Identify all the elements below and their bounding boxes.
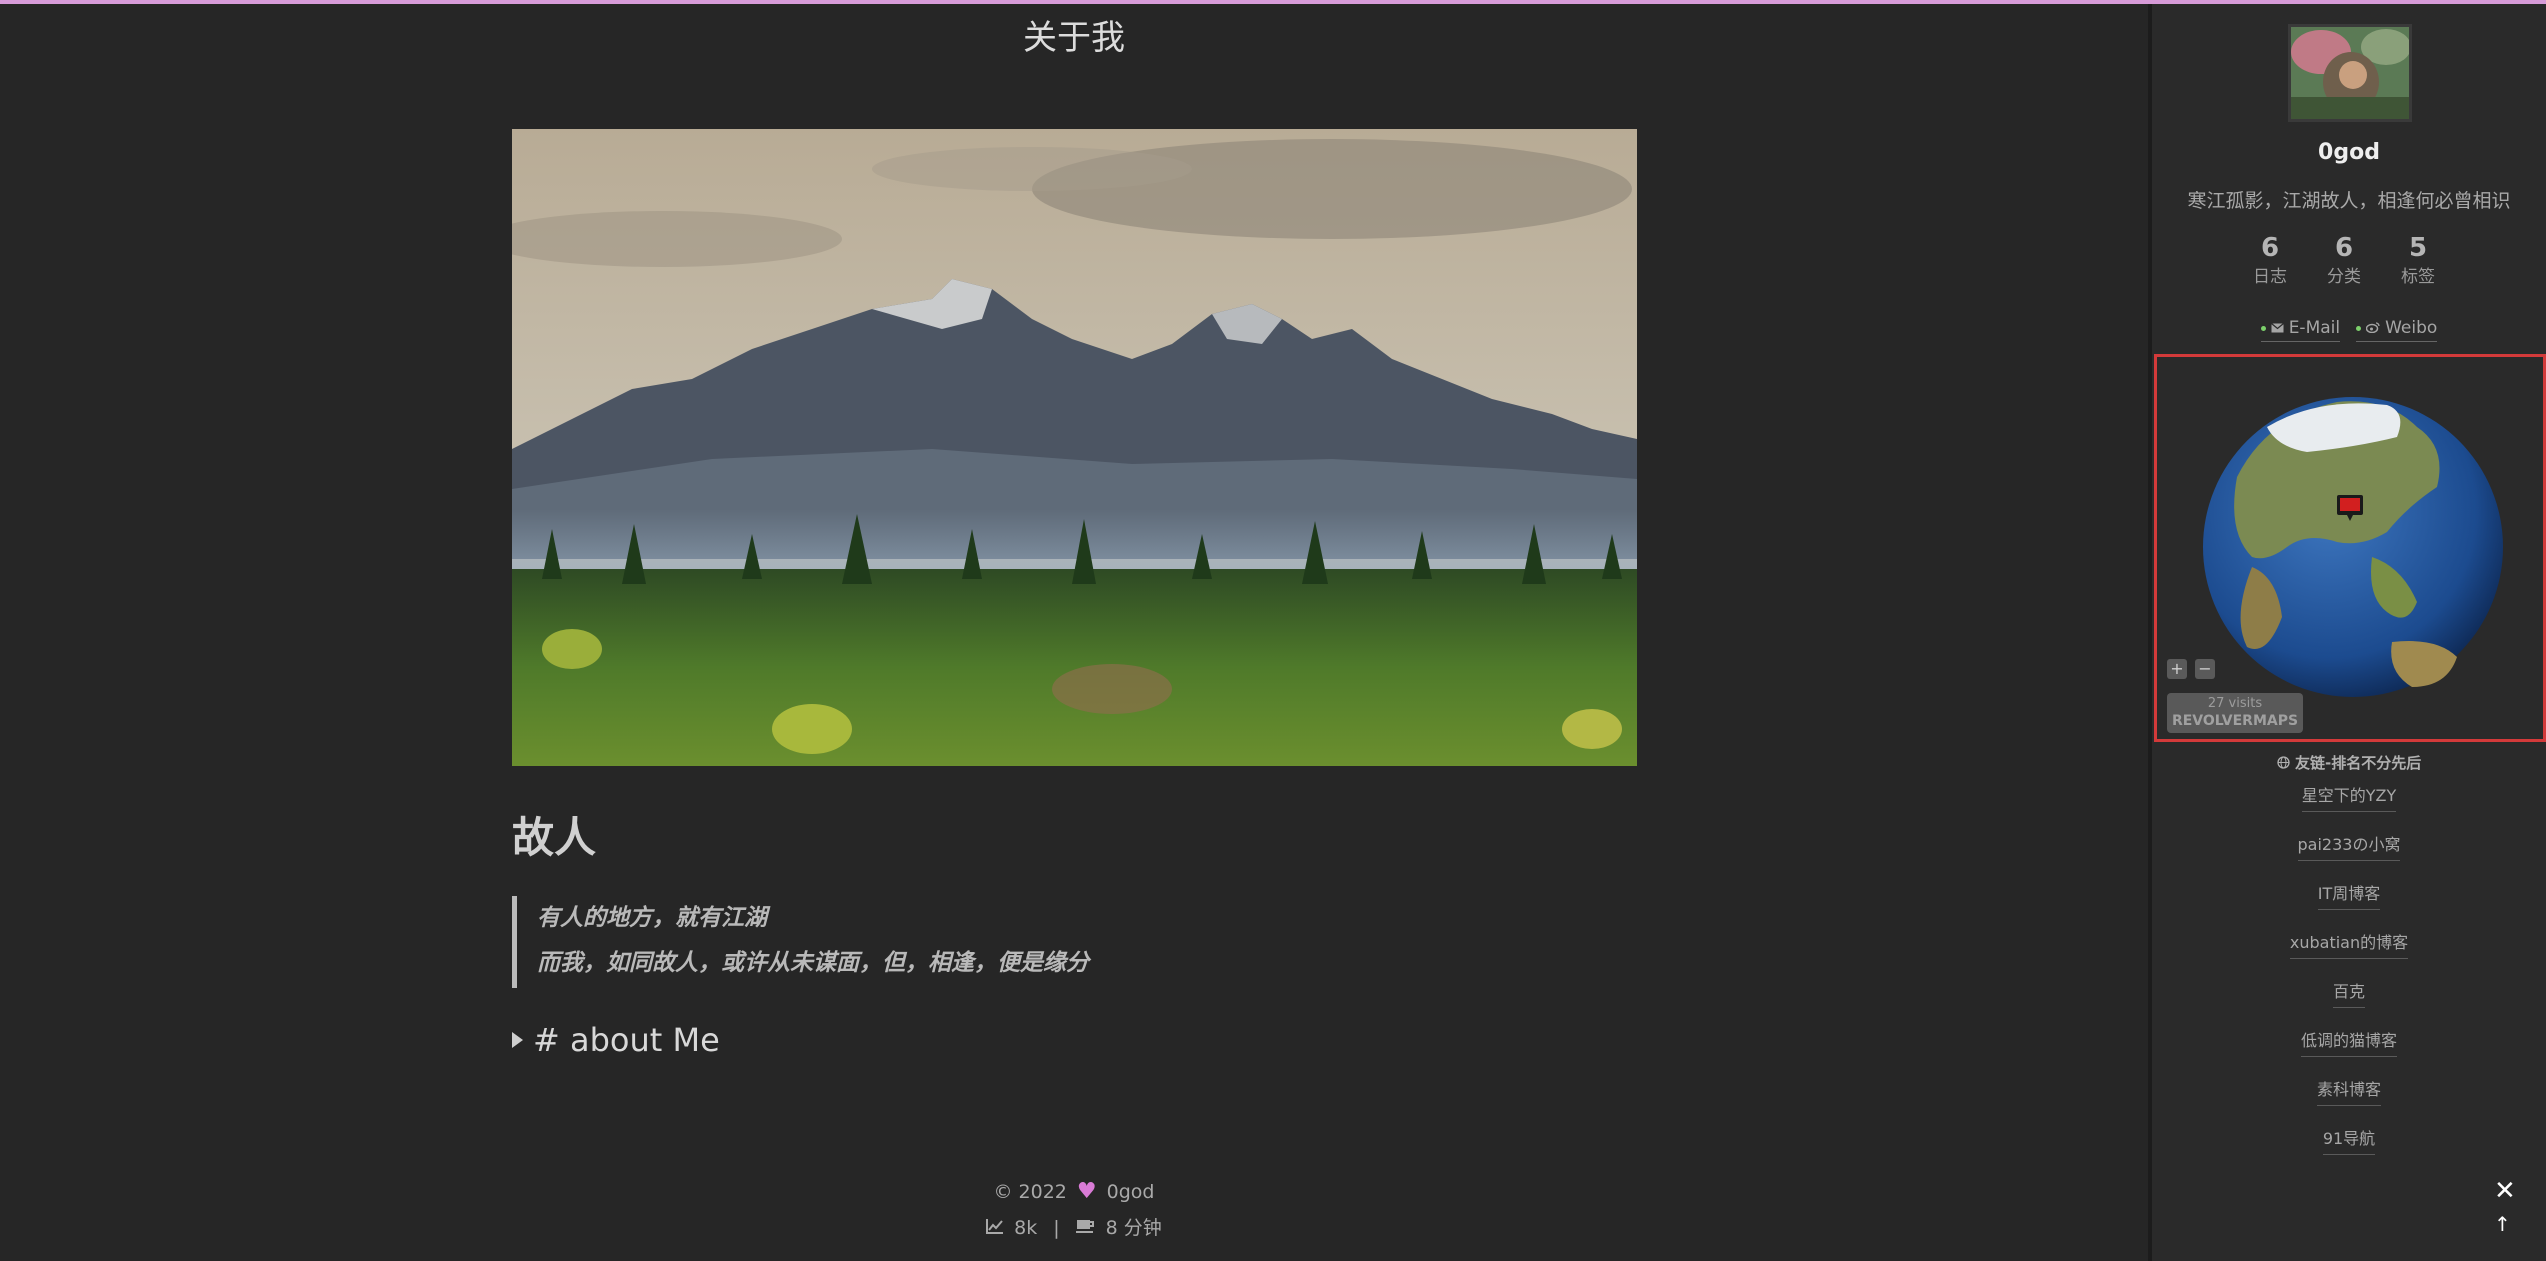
blogroll-list: 星空下的YZY pai233の小窝 IT周博客 xubatian的博客 百克 低…	[2152, 782, 2546, 1174]
author-name: 0god	[2318, 140, 2380, 165]
disclosure-triangle-icon	[512, 1032, 523, 1048]
weibo-link[interactable]: Weibo	[2356, 318, 2438, 342]
blogroll-link[interactable]: 百克	[2332, 982, 2365, 1008]
status-dot-icon	[2260, 325, 2266, 331]
blockquote: 有人的地方，就有江湖 而我，如同故人，或许从未谋面，但，相逢，便是缘分	[512, 896, 1612, 988]
blogroll-link[interactable]: 低调的猫博客	[2300, 1031, 2397, 1057]
blogroll-link[interactable]: xubatian的博客	[2289, 933, 2409, 959]
page-views: 8k	[1014, 1217, 1038, 1239]
heart-icon: ♥	[1076, 1179, 1097, 1204]
close-icon[interactable]: ✕	[2494, 1176, 2516, 1206]
chart-line-icon	[986, 1210, 1004, 1246]
list-item: 91导航	[2152, 1125, 2546, 1174]
list-item: xubatian的博客	[2152, 929, 2546, 978]
reading-time: 8 分钟	[1105, 1217, 1162, 1239]
weibo-icon	[2365, 318, 2380, 338]
stat-label: 日志	[2253, 267, 2287, 287]
list-item: 百克	[2152, 978, 2546, 1027]
footer-author: 0god	[1106, 1181, 1155, 1203]
copyright-text: © 2022	[993, 1181, 1067, 1203]
visits-count: 27 visits	[2207, 696, 2263, 711]
details-summary-label: # about Me	[533, 1021, 720, 1059]
page-title: 关于我	[1023, 18, 1125, 58]
status-dot-icon	[2356, 325, 2362, 331]
stat-count: 6	[2260, 233, 2280, 263]
about-me-details-toggle[interactable]: # about Me	[512, 1021, 720, 1059]
back-to-top-icon[interactable]: ↑	[2494, 1212, 2511, 1236]
social-links: E-Mail Weibo	[2152, 318, 2546, 342]
list-item: 低调的猫博客	[2152, 1027, 2546, 1076]
quote-line-2: 而我，如同故人，或许从未谋面，但，相逢，便是缘分	[537, 950, 1089, 976]
quote-line-1: 有人的地方，就有江湖	[537, 905, 767, 931]
globe-zoom-out-button[interactable]: −	[2195, 659, 2215, 679]
blogroll-link[interactable]: 91导航	[2322, 1129, 2376, 1155]
blogroll-link[interactable]: 星空下的YZY	[2301, 786, 2397, 812]
weibo-link-label: Weibo	[2385, 318, 2438, 338]
stat-label: 标签	[2401, 267, 2435, 287]
revolvermaps-brand: REVOLVERMAPS	[2171, 713, 2299, 729]
blogroll-link[interactable]: 素科博客	[2316, 1080, 2381, 1106]
blogroll-title-text: 友链-排名不分先后	[2295, 754, 2422, 772]
blogroll-link[interactable]: IT周博客	[2317, 884, 2381, 910]
list-item: 星空下的YZY	[2152, 782, 2546, 831]
list-item: pai233の小窝	[2152, 831, 2546, 880]
visits-badge[interactable]: 27 visits REVOLVERMAPS	[2167, 693, 2303, 733]
footer-separator: |	[1053, 1217, 1060, 1239]
list-item: 素科博客	[2152, 1076, 2546, 1125]
stat-tags[interactable]: 5 标签	[2397, 232, 2439, 290]
email-link[interactable]: E-Mail	[2260, 318, 2341, 342]
post-heading: 故人	[512, 813, 597, 862]
coffee-cup-icon	[1075, 1210, 1096, 1246]
stat-count: 5	[2408, 233, 2428, 263]
stat-label: 分类	[2327, 267, 2361, 287]
stat-posts[interactable]: 6 日志	[2249, 232, 2291, 290]
site-footer: © 2022 ♥ 0god 8k | 8 分钟	[0, 1174, 2148, 1246]
sidebar: 0god 寒江孤影，江湖故人，相逢何必曾相识 6 日志 6 分类 5 标签 E-…	[2148, 4, 2546, 1261]
stat-count: 6	[2334, 233, 2354, 263]
list-item: IT周博客	[2152, 880, 2546, 929]
avatar	[2288, 24, 2412, 122]
hero-image	[512, 129, 1637, 766]
main-content: 关于我 故人 有人的地方，就有江湖 而我，如同故人，或许从未谋面，但，相逢，便是…	[0, 4, 2148, 1261]
blogroll-link[interactable]: pai233の小窝	[2297, 835, 2401, 861]
envelope-icon	[2270, 318, 2284, 338]
globe-zoom-in-button[interactable]: +	[2167, 659, 2187, 679]
email-link-label: E-Mail	[2288, 318, 2341, 338]
blogroll-title: 友链-排名不分先后	[2152, 752, 2546, 773]
site-stats: 6 日志 6 分类 5 标签	[2249, 232, 2439, 290]
visitor-globe-widget[interactable]: + − 27 visits REVOLVERMAPS	[2154, 354, 2546, 742]
globe-icon	[2203, 397, 2503, 697]
stat-categories[interactable]: 6 分类	[2323, 232, 2365, 290]
globe-small-icon	[2277, 754, 2295, 772]
author-description: 寒江孤影，江湖故人，相逢何必曾相识	[2187, 190, 2511, 212]
